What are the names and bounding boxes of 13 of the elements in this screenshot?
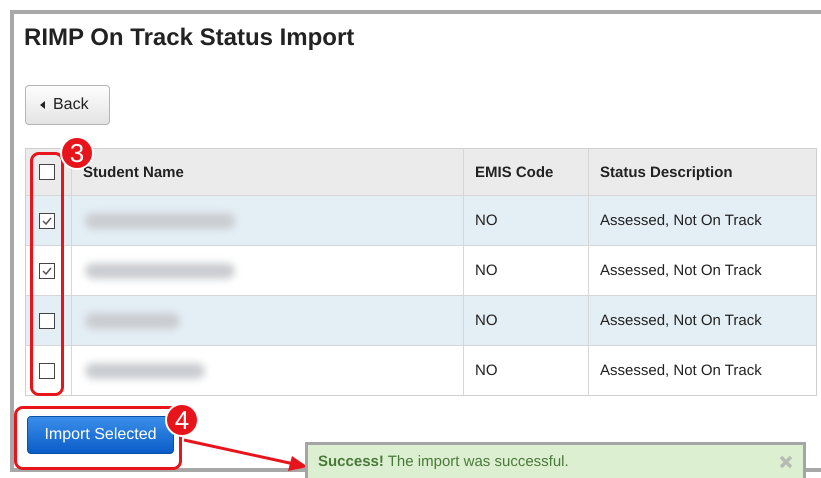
import-button[interactable]: Import Selected bbox=[27, 416, 174, 454]
back-button[interactable]: Back bbox=[25, 85, 110, 125]
checkbox[interactable] bbox=[39, 164, 55, 180]
table-cell: NO bbox=[463, 346, 588, 395]
checkbox[interactable] bbox=[39, 312, 55, 328]
checkbox[interactable] bbox=[39, 362, 55, 378]
caret-icon bbox=[40, 101, 45, 109]
page-title: RIMP On Track Status Import bbox=[24, 24, 356, 52]
table-cell: Assessed, Not On Track bbox=[588, 346, 816, 395]
step-badge: 4 bbox=[165, 403, 199, 437]
checkbox[interactable] bbox=[39, 262, 55, 278]
checkbox[interactable] bbox=[39, 212, 55, 228]
toast-message: Success! The import was successful. bbox=[318, 453, 569, 470]
